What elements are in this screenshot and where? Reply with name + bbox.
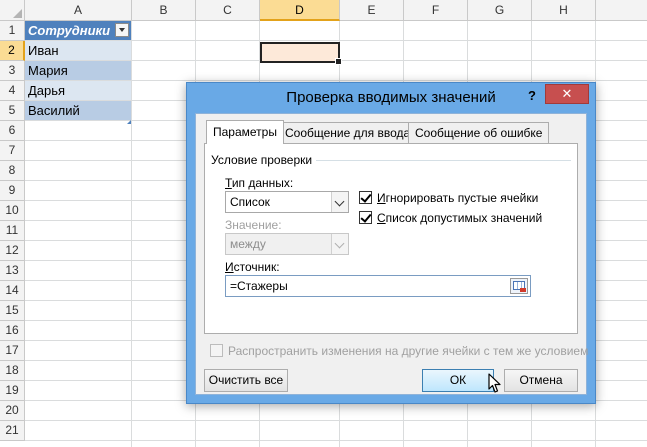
column-header-f[interactable]: F — [404, 0, 468, 21]
row-header-18[interactable]: 18 — [0, 361, 25, 381]
in-cell-dropdown-label: писок допустимых значений — [385, 211, 543, 225]
clear-all-button[interactable]: Очистить все — [204, 369, 288, 392]
row-header-8[interactable]: 8 — [0, 161, 25, 181]
row-header-3[interactable]: 3 — [0, 61, 25, 81]
chevron-down-icon[interactable] — [331, 234, 348, 254]
column-header-partial[interactable] — [596, 0, 647, 21]
source-input[interactable]: =Стажеры — [225, 275, 531, 297]
grid-line — [131, 21, 132, 447]
data-validation-dialog: Проверка вводимых значений ? ✕ Параметры… — [186, 82, 596, 404]
row-header-6[interactable]: 6 — [0, 121, 25, 141]
ignore-blank-option[interactable]: Игнорировать пустые ячейки — [359, 191, 538, 205]
table-header-cell[interactable]: Сотрудники — [25, 21, 131, 40]
chevron-down-icon[interactable] — [331, 192, 348, 212]
tab-settings[interactable]: Параметры — [206, 120, 284, 144]
settings-panel: Условие проверки Тип данных: Список Знач… — [204, 143, 578, 334]
apply-to-all-option[interactable]: Распространить изменения на другие ячейк… — [210, 344, 588, 358]
filter-dropdown-icon[interactable] — [115, 23, 129, 37]
row-header-12[interactable]: 12 — [0, 241, 25, 261]
tab-input-message[interactable]: Сообщение для ввода — [278, 122, 418, 143]
table-resize-handle-icon[interactable] — [127, 120, 131, 124]
group-title: Условие проверки — [211, 153, 317, 167]
apply-to-all-label: Распространить изменения на другие ячейк… — [228, 344, 589, 358]
row-header-14[interactable]: 14 — [0, 281, 25, 301]
source-label-accel: И — [225, 260, 234, 274]
operator-select[interactable]: между — [225, 233, 349, 255]
fill-handle[interactable] — [335, 58, 342, 65]
cancel-button[interactable]: Отмена — [504, 369, 578, 392]
column-header-d[interactable]: D — [260, 0, 340, 21]
table-row[interactable]: Иван — [25, 41, 131, 60]
row-header-5[interactable]: 5 — [0, 101, 25, 121]
row-header-20[interactable]: 20 — [0, 401, 25, 421]
row-header-21[interactable]: 21 — [0, 421, 25, 441]
row-header-17[interactable]: 17 — [0, 341, 25, 361]
row-header-11[interactable]: 11 — [0, 221, 25, 241]
column-header-h[interactable]: H — [532, 0, 596, 21]
row-header-7[interactable]: 7 — [0, 141, 25, 161]
column-header-c[interactable]: C — [196, 0, 260, 21]
data-type-label-accel: Т — [225, 176, 232, 190]
operator-value: между — [230, 237, 266, 251]
row-header-4[interactable]: 4 — [0, 81, 25, 101]
ignore-blank-label: гнорировать пустые ячейки — [385, 191, 539, 205]
column-header-a[interactable]: A — [25, 0, 132, 21]
ignore-blank-checkbox[interactable] — [359, 191, 372, 204]
row-header-1[interactable]: 1 — [0, 21, 25, 41]
range-select-icon[interactable] — [510, 278, 528, 294]
in-cell-dropdown-checkbox[interactable] — [359, 211, 372, 224]
active-cell-d2[interactable] — [260, 42, 342, 65]
source-value: =Стажеры — [230, 279, 288, 293]
row-header-9[interactable]: 9 — [0, 181, 25, 201]
dialog-title: Проверка вводимых значений — [286, 89, 496, 106]
range-marker-icon — [520, 288, 526, 292]
mouse-cursor-icon — [488, 373, 501, 393]
column-header-g[interactable]: G — [468, 0, 532, 21]
in-cell-dropdown-label-accel: С — [377, 211, 386, 225]
select-all-corner[interactable] — [0, 0, 25, 21]
ignore-blank-label-accel: И — [377, 191, 386, 205]
column-header-e[interactable]: E — [340, 0, 404, 21]
row-header-10[interactable]: 10 — [0, 201, 25, 221]
row-header-19[interactable]: 19 — [0, 381, 25, 401]
table-row[interactable]: Василий — [25, 101, 131, 120]
column-header-b[interactable]: B — [132, 0, 196, 21]
table-row[interactable]: Дарья — [25, 81, 131, 100]
data-type-label-text: ип данных: — [231, 176, 294, 190]
table-row[interactable]: Мария — [25, 61, 131, 80]
source-label: Источник: — [225, 260, 280, 274]
data-type-select[interactable]: Список — [225, 191, 349, 213]
table-header-label: Сотрудники — [28, 23, 111, 38]
grid-line — [25, 440, 647, 441]
ok-button[interactable]: ОК — [422, 369, 494, 392]
grid-line — [25, 420, 647, 421]
apply-to-all-checkbox[interactable] — [210, 344, 223, 357]
close-button[interactable]: ✕ — [545, 84, 589, 104]
dialog-titlebar[interactable]: Проверка вводимых значений ? ✕ — [187, 83, 595, 113]
row-header-2[interactable]: 2 — [0, 41, 25, 61]
source-label-text: сточник: — [233, 260, 280, 274]
in-cell-dropdown-option[interactable]: Список допустимых значений — [359, 211, 542, 225]
row-header-16[interactable]: 16 — [0, 321, 25, 341]
row-header-15[interactable]: 15 — [0, 301, 25, 321]
tab-error-alert[interactable]: Сообщение об ошибке — [408, 122, 550, 143]
data-type-label: Тип данных: — [225, 176, 293, 190]
data-type-value: Список — [230, 195, 270, 209]
select-all-triangle-icon — [13, 9, 22, 18]
help-button[interactable]: ? — [521, 86, 543, 106]
dialog-client-area: Параметры Сообщение для ввода Сообщение … — [195, 113, 588, 395]
value-label: Значение: — [225, 218, 282, 232]
row-header-13[interactable]: 13 — [0, 261, 25, 281]
